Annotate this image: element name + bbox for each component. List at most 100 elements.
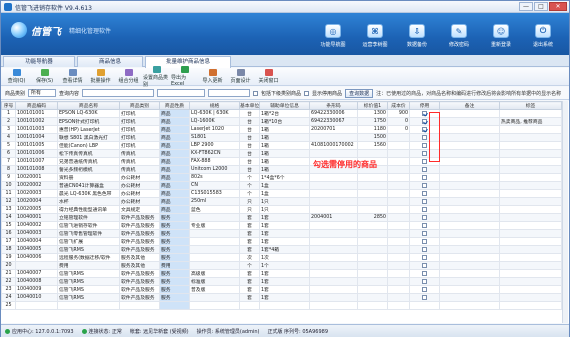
column-header[interactable]: 商品名称 <box>57 101 120 110</box>
disable-checkbox[interactable] <box>422 182 427 188</box>
column-header[interactable]: 辅助单位信息 <box>259 101 310 110</box>
toolbar-button-3[interactable]: 批量操作 <box>87 69 114 84</box>
table-row[interactable]: 18 10040005 信管飞RMS 软件产品及服务 服务 套 1套*4箱 <box>1 245 562 254</box>
table-row[interactable]: 11 10020003 晨光 LQ-630K 黑色色带 办公耗材 商品 C13S01558… <box>1 189 562 198</box>
table-row[interactable]: 4 100101004 联想 S801 黑白激光打 打印机 商品 S1801 台 1箱 1500 <box>1 133 562 142</box>
column-header[interactable]: 条形码 <box>309 101 358 110</box>
column-header[interactable]: 商品编码 <box>15 101 58 110</box>
column-header[interactable]: 标签 <box>499 101 562 110</box>
table-row[interactable]: 12 10020004 水杯 办公耗材 商品 250ml 只 1只 <box>1 197 562 206</box>
disable-checkbox[interactable] <box>422 270 427 276</box>
disable-checkbox[interactable] <box>422 254 427 260</box>
column-header[interactable]: 商品性质 <box>159 101 190 110</box>
header-tool-4[interactable]: ☺ 重新登录 <box>481 17 521 51</box>
disable-checkbox[interactable] <box>422 118 427 124</box>
maximize-button[interactable]: □ <box>534 2 548 11</box>
table-row[interactable]: 23 10040009 信管飞RMS 软件产品及服务 服务 普及版套 1套 <box>1 285 562 294</box>
category-select[interactable]: 所有 <box>28 89 57 97</box>
column-header[interactable]: 停用 <box>409 101 440 110</box>
disable-checkbox[interactable] <box>422 142 427 148</box>
column-header[interactable]: 商品类别 <box>119 101 160 110</box>
toolbar-button-6[interactable]: 导出为Excel <box>171 66 198 87</box>
disable-checkbox[interactable] <box>422 190 427 196</box>
toolbar-button-5[interactable]: 设置商品类别 <box>143 65 170 88</box>
table-row[interactable]: 17 10040004 信管飞扩展 软件产品及服务 服务 套 1套 <box>1 237 562 246</box>
table-row[interactable]: 1 100101001 EPSON LQ-630K 打印机 商品 LQ-630K | 63… <box>1 109 562 118</box>
tab-function-nav[interactable]: 功能导航器 <box>3 56 75 67</box>
toolbar-button-8[interactable]: 页面设计 <box>227 69 254 84</box>
table-row[interactable]: 19 10040006 远程服务(数据迁移/软件 服务及其他 服务 次 1次 <box>1 253 562 262</box>
disable-checkbox-cell[interactable] <box>409 197 440 206</box>
query-button[interactable]: 查询数据 <box>345 88 374 98</box>
disable-checkbox-cell[interactable] <box>409 229 440 238</box>
disable-checkbox[interactable] <box>422 246 427 252</box>
tab-product-info[interactable]: 商品信息 <box>77 56 143 67</box>
table-row[interactable]: 25 <box>1 301 562 310</box>
table-row[interactable]: 10 10020002 普通CN041计算器盒 办公耗材 商品 CN 个 1盒 <box>1 181 562 190</box>
disable-checkbox-cell[interactable] <box>409 237 440 246</box>
disable-checkbox[interactable] <box>422 110 427 116</box>
table-row[interactable]: 3 100101003 惠普(HP) LaserJet 打印机 商品 LaserJet 1… <box>1 125 562 134</box>
table-row[interactable]: 14 10040001 立铭管理软件 软件产品及服务 服务 套 1套 2004001 2850 <box>1 213 562 222</box>
disable-checkbox[interactable] <box>422 166 427 172</box>
header-tool-2[interactable]: ⇩ 数据备份 <box>397 17 437 51</box>
disable-checkbox[interactable] <box>422 238 427 244</box>
show-disabled-checkbox[interactable] <box>304 90 310 96</box>
table-row[interactable]: 6 100101006 松下传真传真机 传真机 商品 KX-FT862CN 台 1箱 <box>1 149 562 158</box>
header-tool-1[interactable]: ⌘ 运营李树图 <box>355 17 395 51</box>
table-row[interactable]: 8 100101008 誓光多频桁模机 传真机 商品 Unitcom L2000 台 1箱 <box>1 165 562 174</box>
table-row[interactable]: 2 100101002 EPSON针式打印机 打印机 商品 LQ-1600K 台 1箱*10台… <box>1 117 562 126</box>
table-row[interactable]: 7 100101007 兄弟普通纸传真机 传真机 商品 FAX-888 台 1箱 <box>1 157 562 166</box>
toolbar-button-7[interactable]: 导入更新 <box>199 69 226 84</box>
disable-checkbox-cell[interactable] <box>409 213 440 222</box>
disable-checkbox-cell[interactable] <box>409 285 440 294</box>
close-button[interactable]: ✕ <box>549 2 567 11</box>
disable-checkbox-cell[interactable] <box>409 301 440 310</box>
disable-checkbox[interactable] <box>422 198 427 204</box>
header-tool-3[interactable]: ✎ 修改密码 <box>439 17 479 51</box>
disable-checkbox[interactable] <box>422 230 427 236</box>
disable-checkbox[interactable] <box>422 222 427 228</box>
disable-checkbox-cell[interactable] <box>409 269 440 278</box>
disable-checkbox[interactable] <box>422 174 427 180</box>
query-value-input[interactable] <box>208 89 251 97</box>
header-tool-0[interactable]: ◎ 功能导航图 <box>313 17 353 51</box>
toolbar-button-0[interactable]: 查询(Q) <box>3 69 30 84</box>
column-header[interactable]: 成本价 <box>387 101 410 110</box>
disable-checkbox[interactable] <box>422 150 427 156</box>
disable-checkbox-cell[interactable] <box>409 245 440 254</box>
disable-checkbox-cell[interactable] <box>409 261 440 270</box>
table-row[interactable]: 9 10020001 资料册 办公耗材 商品 802s 个 1*4盒*6个 <box>1 173 562 182</box>
query-field-select[interactable] <box>157 89 206 97</box>
disable-checkbox-cell[interactable] <box>409 221 440 230</box>
disable-checkbox[interactable] <box>422 126 427 132</box>
disable-checkbox[interactable] <box>422 134 427 140</box>
table-row[interactable]: 22 10040008 信管飞RMS 软件产品及服务 服务 标准版套 1套 <box>1 277 562 286</box>
disable-checkbox[interactable] <box>422 294 427 300</box>
disable-checkbox-cell[interactable] <box>409 277 440 286</box>
minimize-button[interactable]: — <box>519 2 533 11</box>
disable-checkbox-cell[interactable] <box>409 253 440 262</box>
grid-scrollbar[interactable] <box>562 101 568 323</box>
disable-checkbox[interactable] <box>422 158 427 164</box>
column-header[interactable]: 基本单位 <box>239 101 260 110</box>
table-row[interactable]: 20 费用 服务及其他 费用 个 1个 <box>1 261 562 270</box>
table-row[interactable]: 24 10040010 信管飞RMS 软件产品及服务 服务 套 1套 <box>1 293 562 302</box>
toolbar-button-9[interactable]: 关闭窗口 <box>255 69 282 84</box>
toolbar-button-4[interactable]: 组合分组 <box>115 69 142 84</box>
disable-checkbox[interactable] <box>422 286 427 292</box>
table-row[interactable]: 13 10020005 得力经典性能型通讯单 文具规定 商品 蓝色只 1只 <box>1 205 562 214</box>
disable-checkbox-cell[interactable] <box>409 189 440 198</box>
query-input[interactable] <box>82 89 155 97</box>
disable-checkbox[interactable] <box>422 214 427 220</box>
disable-checkbox-cell[interactable] <box>409 165 440 174</box>
toolbar-button-2[interactable]: 查看详情 <box>59 69 86 84</box>
table-row[interactable]: 15 10040002 信管飞进销存软件 软件产品及服务 服务 专业版套 1套 <box>1 221 562 230</box>
disable-checkbox-cell[interactable] <box>409 293 440 302</box>
table-row[interactable]: 21 10040007 信管飞RMS 软件产品及服务 服务 高级版套 1套 <box>1 269 562 278</box>
column-header[interactable]: 序号 <box>1 101 16 110</box>
disable-checkbox[interactable] <box>422 262 427 268</box>
table-row[interactable]: 5 100101005 佳能(Canon) LBP 打印机 商品 LBP 2900 台 1箱 4… <box>1 141 562 150</box>
disable-checkbox[interactable] <box>422 206 427 212</box>
disable-checkbox-cell[interactable] <box>409 173 440 182</box>
